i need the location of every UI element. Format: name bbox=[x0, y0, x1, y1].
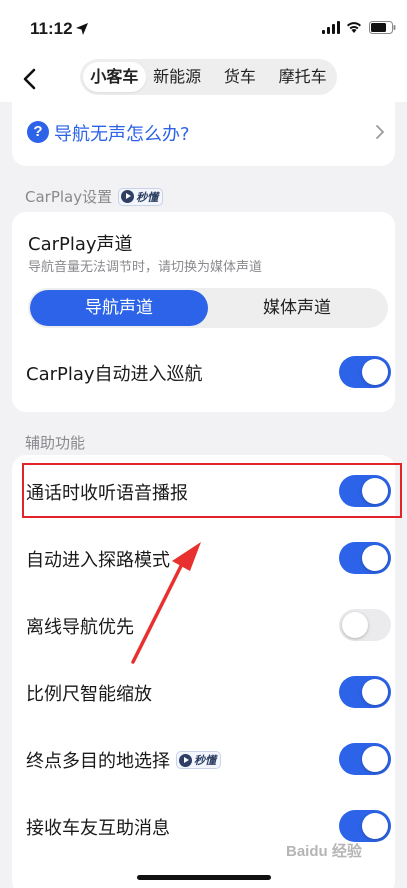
watermark: Baidu 经验 bbox=[286, 843, 362, 860]
annotation-arrow bbox=[131, 542, 201, 664]
home-indicator[interactable] bbox=[137, 875, 271, 880]
